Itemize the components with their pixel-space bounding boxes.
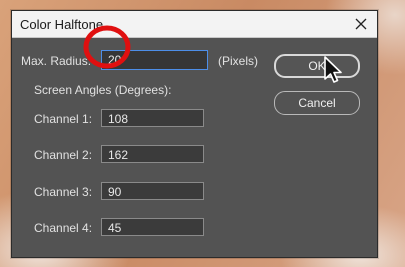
screen-angles-label: Screen Angles (Degrees): xyxy=(34,83,172,97)
channel-1-label: Channel 1: xyxy=(34,112,93,126)
ok-button[interactable]: OK xyxy=(274,54,360,78)
max-radius-label: Max. Radius: xyxy=(21,54,92,68)
mouse-cursor-icon xyxy=(324,56,342,83)
channel-4-label: Channel 4: xyxy=(34,221,93,235)
color-halftone-dialog: Color Halftone Max. Radius: 20 (Pixels) … xyxy=(11,10,378,258)
channel-1-input[interactable]: 108 xyxy=(101,109,204,127)
channel-2-label: Channel 2: xyxy=(34,148,93,162)
close-icon[interactable] xyxy=(351,14,371,34)
channel-3-input[interactable]: 90 xyxy=(101,182,204,200)
channel-3-label: Channel 3: xyxy=(34,185,93,199)
units-label: (Pixels) xyxy=(218,54,259,68)
channel-4-input[interactable]: 45 xyxy=(101,218,204,236)
dialog-titlebar: Color Halftone xyxy=(12,11,377,38)
annotation-circle xyxy=(83,25,131,69)
channel-2-input[interactable]: 162 xyxy=(101,145,204,163)
cancel-button[interactable]: Cancel xyxy=(274,91,360,115)
